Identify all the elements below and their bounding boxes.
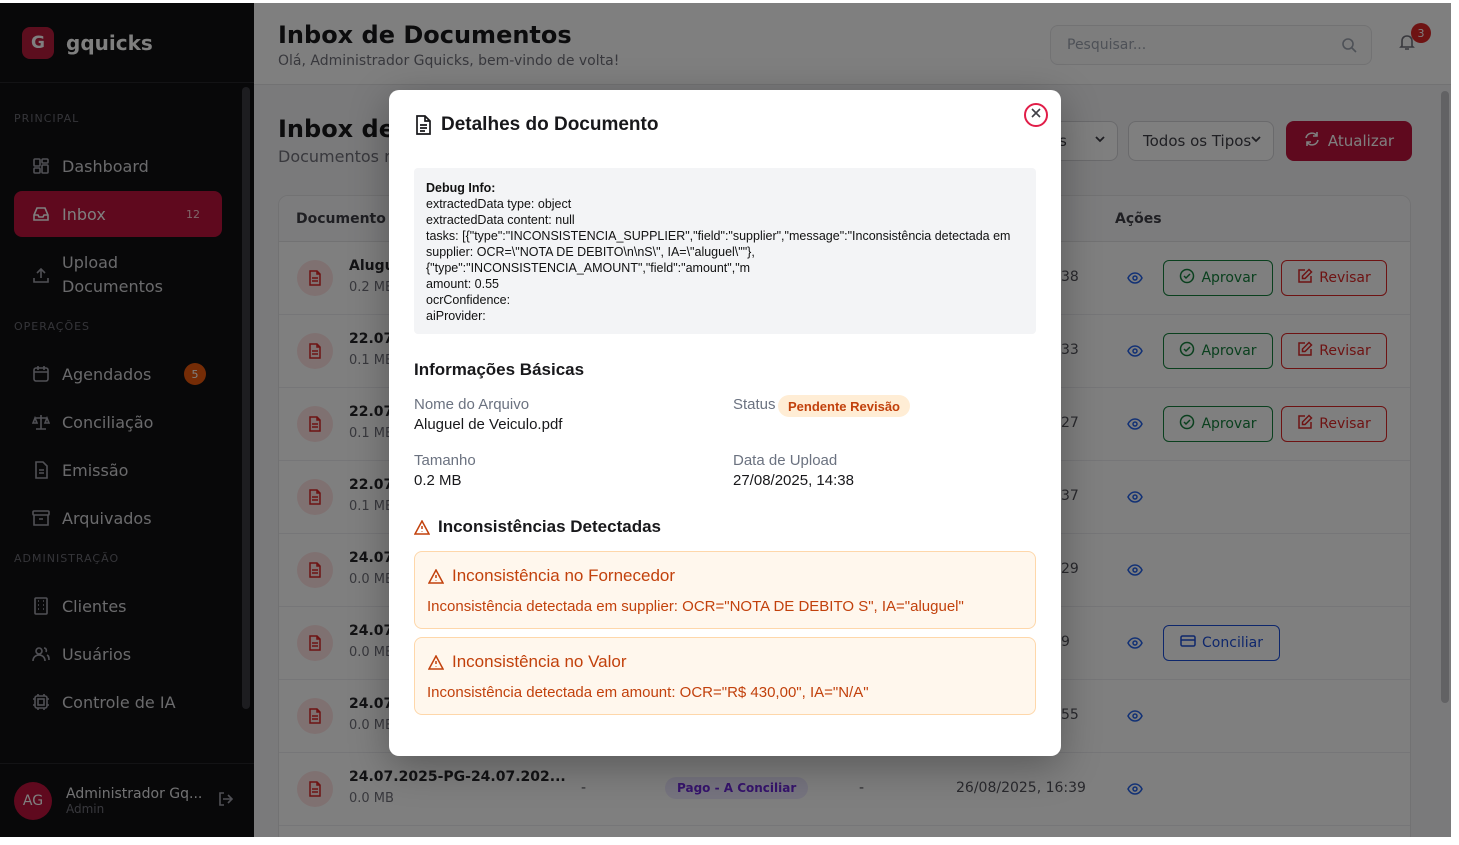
warning-icon: [427, 654, 445, 675]
warning-icon: [427, 568, 445, 589]
debug-line: {"type":"INCONSISTENCIA_AMOUNT","field":…: [426, 261, 751, 275]
file-name-label: Nome do Arquivo: [414, 396, 530, 413]
close-icon: [1030, 106, 1042, 124]
debug-info-panel: Debug Info: extractedData type: object e…: [414, 168, 1036, 334]
file-name-value: Aluguel de Veiculo.pdf: [414, 416, 563, 433]
warning-icon: [413, 519, 431, 540]
debug-line: extractedData type: object: [426, 197, 572, 211]
app-window: G gquicks PRINCIPAL Dashboard Inbox 12 U…: [0, 3, 1451, 837]
alert-title: Inconsistência no Valor: [452, 652, 627, 671]
alert-message: Inconsistência detectada em supplier: OC…: [427, 598, 964, 615]
alert-title: Inconsistência no Fornecedor: [452, 566, 676, 585]
debug-line: aiProvider:: [426, 309, 486, 323]
inconsistencies-title: Inconsistências Detectadas: [438, 517, 661, 536]
size-label: Tamanho: [414, 452, 476, 469]
document-icon: [414, 114, 432, 141]
debug-heading: Debug Info:: [426, 181, 496, 195]
basic-info-title: Informações Básicas: [414, 360, 585, 379]
upload-date-value: 27/08/2025, 14:38: [733, 472, 854, 489]
upload-date-label: Data de Upload: [733, 452, 838, 469]
modal-title: Detalhes do Documento: [441, 114, 659, 135]
status-badge: Pendente Revisão: [778, 395, 910, 417]
inconsistency-alert-amount: Inconsistência no Valor Inconsistência d…: [414, 637, 1036, 715]
document-details-modal: Detalhes do Documento Debug Info: extrac…: [389, 90, 1061, 756]
close-button[interactable]: [1024, 103, 1048, 127]
debug-line: tasks: [{"type":"INCONSISTENCIA_SUPPLIER…: [426, 229, 1011, 259]
debug-line: extractedData content: null: [426, 213, 575, 227]
inconsistency-alert-supplier: Inconsistência no Fornecedor Inconsistên…: [414, 551, 1036, 629]
alert-message: Inconsistência detectada em amount: OCR=…: [427, 684, 869, 701]
size-value: 0.2 MB: [414, 472, 462, 489]
debug-line: amount: 0.55: [426, 277, 499, 291]
status-label: Status: [733, 396, 776, 413]
debug-line: ocrConfidence:: [426, 293, 511, 307]
